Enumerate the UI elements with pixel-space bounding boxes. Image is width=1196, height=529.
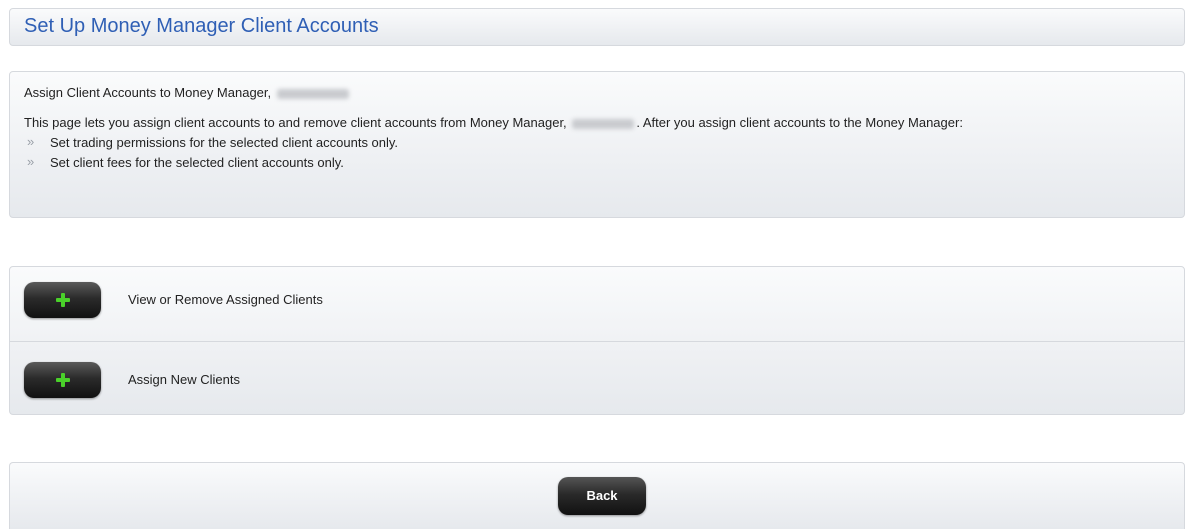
- bullet-item: » Set trading permissions for the select…: [24, 133, 1170, 153]
- double-chevron-icon: »: [27, 154, 35, 169]
- info-description-part1: This page lets you assign client account…: [24, 115, 567, 130]
- info-description: This page lets you assign client account…: [24, 113, 1170, 133]
- action-row-view-remove: View or Remove Assigned Clients: [10, 267, 1184, 342]
- info-heading: Assign Client Accounts to Money Manager,: [24, 83, 1170, 103]
- redacted-manager-name: [276, 88, 349, 99]
- back-button[interactable]: Back: [558, 477, 646, 515]
- title-panel: Set Up Money Manager Client Accounts: [9, 8, 1185, 46]
- action-row-assign-new: Assign New Clients: [10, 342, 1184, 415]
- assign-new-label: Assign New Clients: [128, 372, 240, 387]
- expand-view-remove-button[interactable]: [24, 282, 101, 318]
- info-heading-text: Assign Client Accounts to Money Manager,: [24, 85, 272, 100]
- redacted-manager-id: [572, 118, 635, 129]
- double-chevron-icon: »: [27, 134, 35, 149]
- plus-icon: [55, 373, 70, 387]
- bullet-text: Set client fees for the selected client …: [50, 155, 344, 170]
- info-panel: Assign Client Accounts to Money Manager,…: [9, 71, 1185, 218]
- page-title: Set Up Money Manager Client Accounts: [24, 15, 379, 37]
- bullet-item: » Set client fees for the selected clien…: [24, 153, 1170, 173]
- bullet-text: Set trading permissions for the selected…: [50, 135, 399, 150]
- plus-icon: [55, 293, 70, 307]
- expand-assign-new-button[interactable]: [24, 362, 101, 398]
- view-remove-label: View or Remove Assigned Clients: [128, 292, 323, 307]
- footer-panel: Back: [9, 462, 1185, 529]
- actions-panel: View or Remove Assigned Clients Assign N…: [9, 266, 1185, 415]
- info-description-part2: . After you assign client accounts to th…: [636, 115, 963, 130]
